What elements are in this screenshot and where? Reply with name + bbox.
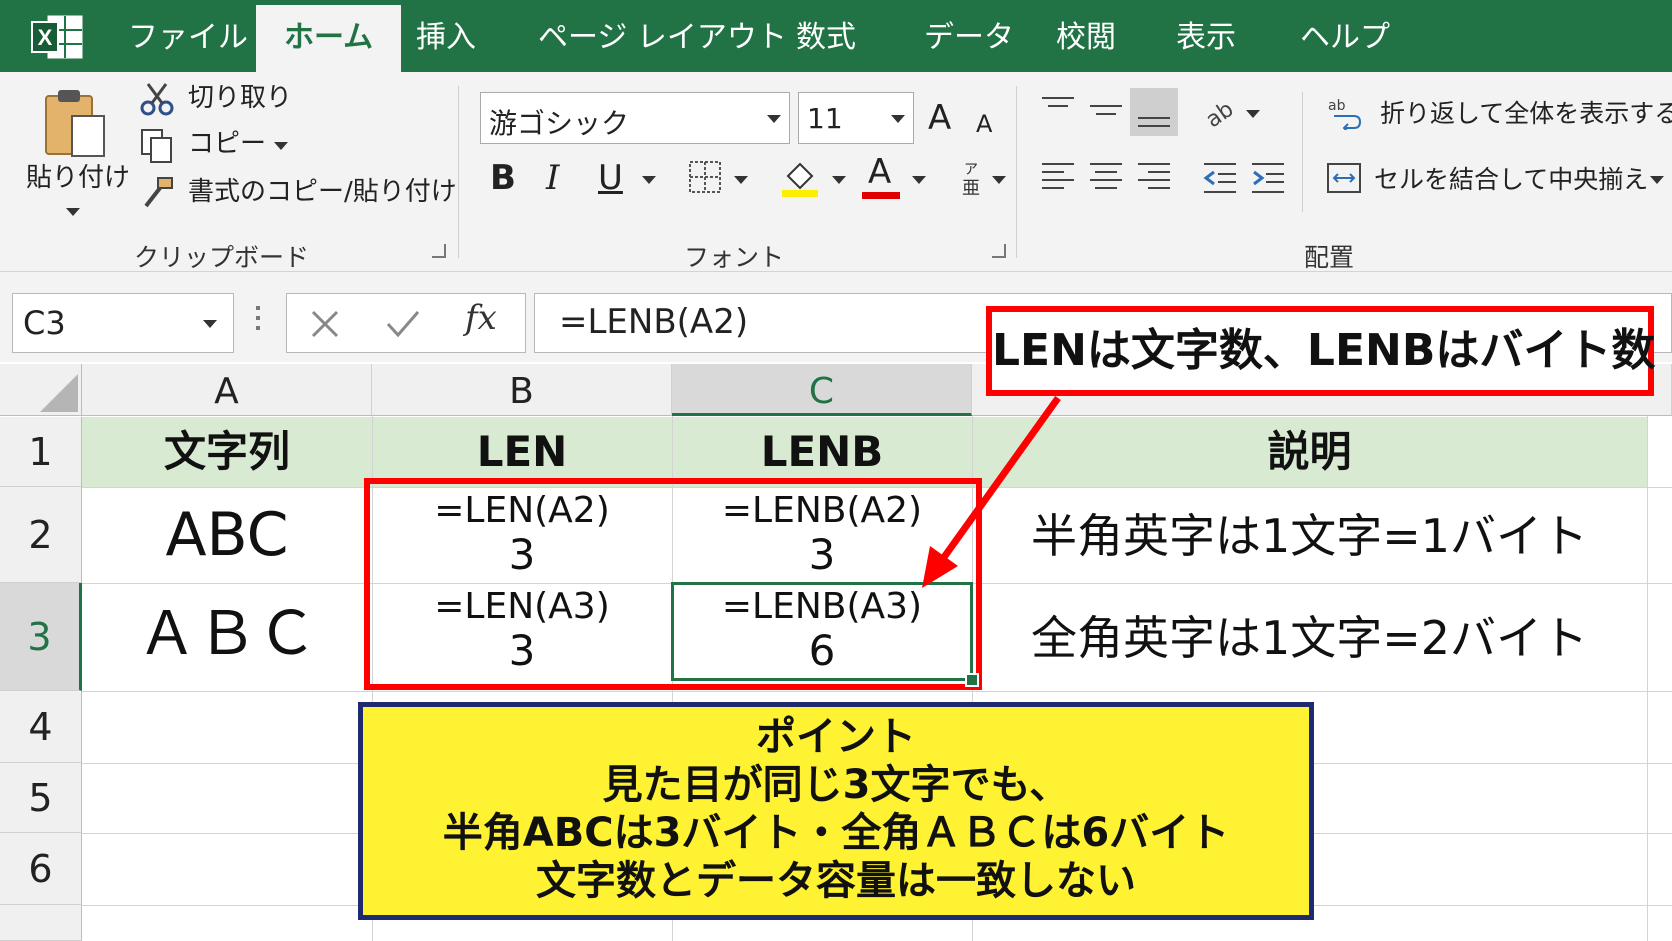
callout-label: LENは文字数、LENBはバイト数 <box>986 306 1655 396</box>
point-title: ポイント <box>756 714 916 760</box>
point-line-2: 半角ABCは3バイト・全角ＡＢＣは6バイト <box>442 810 1230 856</box>
excel-window: X ファイル ホーム 挿入 ページ レイアウト 数式 データ 校閲 表示 ヘルプ… <box>0 0 1672 941</box>
point-note: ポイント 見た目が同じ3文字でも、 半角ABCは3バイト・全角ＡＢＣは6バイト … <box>358 702 1314 920</box>
point-line-3: 文字数とデータ容量は一致しない <box>536 858 1136 904</box>
point-line-1: 見た目が同じ3文字でも、 <box>602 762 1070 808</box>
